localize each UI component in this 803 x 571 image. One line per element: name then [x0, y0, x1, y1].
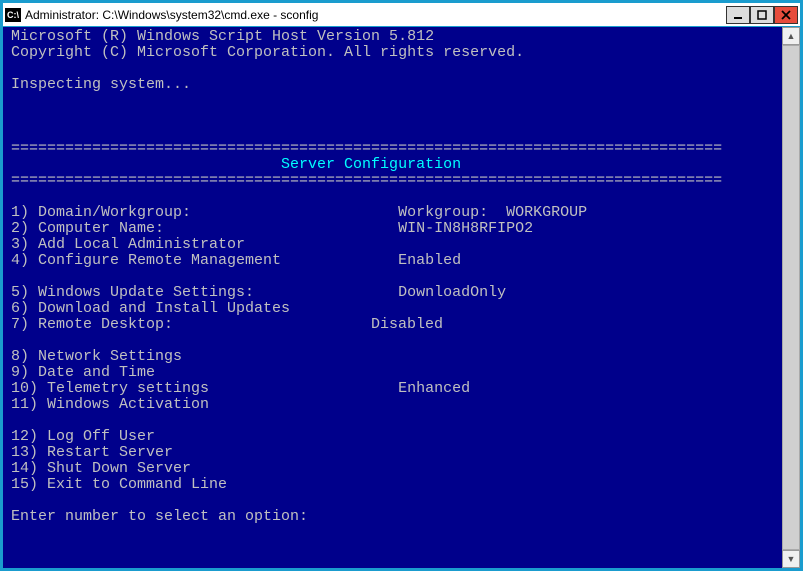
divider-bottom: ========================================…	[11, 172, 722, 189]
command-prompt-window: C:\ Administrator: C:\Windows\system32\c…	[0, 0, 803, 571]
maximize-button[interactable]	[750, 6, 774, 24]
vertical-scrollbar[interactable]: ▲ ▼	[782, 27, 800, 568]
option-8[interactable]: 8) Network Settings	[11, 348, 398, 365]
prompt-text: Enter number to select an option:	[11, 508, 317, 525]
scroll-track[interactable]	[782, 45, 800, 550]
option-5[interactable]: 5) Windows Update Settings:DownloadOnly	[11, 284, 506, 301]
titlebar[interactable]: C:\ Administrator: C:\Windows\system32\c…	[3, 3, 800, 27]
header-line-1: Microsoft (R) Windows Script Host Versio…	[11, 28, 434, 45]
option-13[interactable]: 13) Restart Server	[11, 444, 398, 461]
option-4[interactable]: 4) Configure Remote ManagementEnabled	[11, 252, 461, 269]
option-11[interactable]: 11) Windows Activation	[11, 396, 398, 413]
option-7[interactable]: 7) Remote Desktop:Disabled	[11, 316, 443, 333]
close-button[interactable]	[774, 6, 798, 24]
scroll-thumb[interactable]	[782, 45, 800, 550]
window-title: Administrator: C:\Windows\system32\cmd.e…	[25, 8, 726, 22]
divider-top: ========================================…	[11, 140, 722, 157]
option-12[interactable]: 12) Log Off User	[11, 428, 398, 445]
option-2[interactable]: 2) Computer Name:WIN-IN8H8RFIPO2	[11, 220, 533, 237]
option-14[interactable]: 14) Shut Down Server	[11, 460, 398, 477]
option-6[interactable]: 6) Download and Install Updates	[11, 300, 398, 317]
scroll-down-button[interactable]: ▼	[782, 550, 800, 568]
minimize-button[interactable]	[726, 6, 750, 24]
console-icon: C:\	[5, 8, 21, 22]
terminal-content[interactable]: Microsoft (R) Windows Script Host Versio…	[3, 27, 782, 568]
inspecting-line: Inspecting system...	[11, 76, 191, 93]
scroll-up-button[interactable]: ▲	[782, 27, 800, 45]
header-line-2: Copyright (C) Microsoft Corporation. All…	[11, 44, 524, 61]
option-10[interactable]: 10) Telemetry settingsEnhanced	[11, 380, 470, 397]
option-15[interactable]: 15) Exit to Command Line	[11, 476, 398, 493]
config-title: Server Configuration	[11, 156, 722, 173]
option-1[interactable]: 1) Domain/Workgroup:Workgroup: WORKGROUP	[11, 204, 587, 221]
option-9[interactable]: 9) Date and Time	[11, 364, 398, 381]
option-3[interactable]: 3) Add Local Administrator	[11, 236, 398, 253]
